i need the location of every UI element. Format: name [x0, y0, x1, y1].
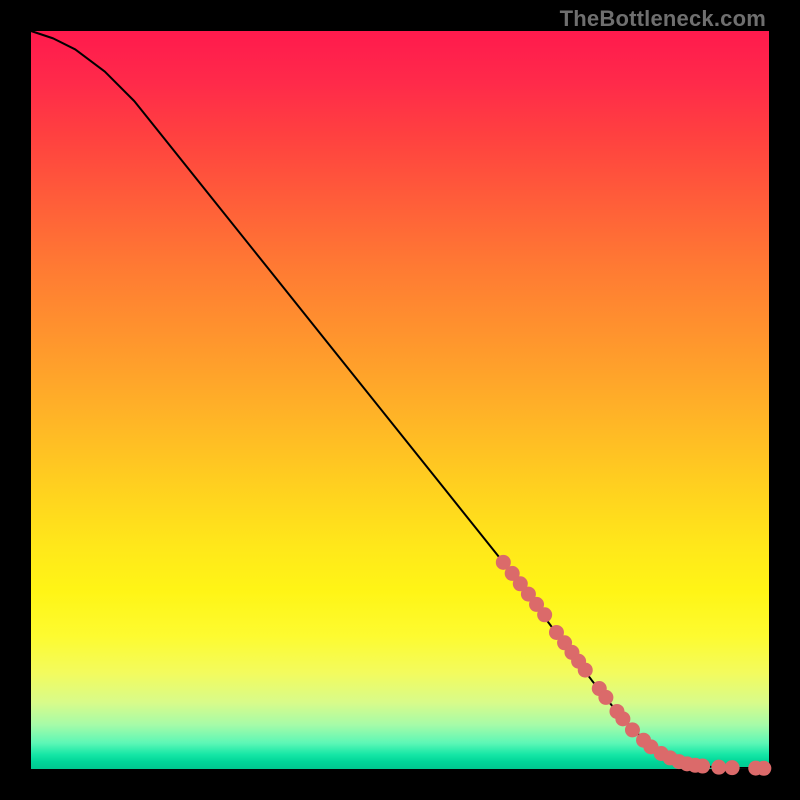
marker-group	[496, 555, 772, 776]
chart-overlay	[31, 31, 769, 769]
data-marker	[625, 722, 640, 737]
data-marker	[695, 759, 710, 774]
data-marker	[537, 607, 552, 622]
data-marker	[711, 760, 726, 775]
data-marker	[756, 761, 771, 776]
data-marker	[598, 690, 613, 705]
data-marker	[725, 760, 740, 775]
data-marker	[578, 663, 593, 678]
chart-frame: TheBottleneck.com	[0, 0, 800, 800]
attribution-text: TheBottleneck.com	[560, 6, 766, 32]
curve-line	[31, 31, 769, 768]
